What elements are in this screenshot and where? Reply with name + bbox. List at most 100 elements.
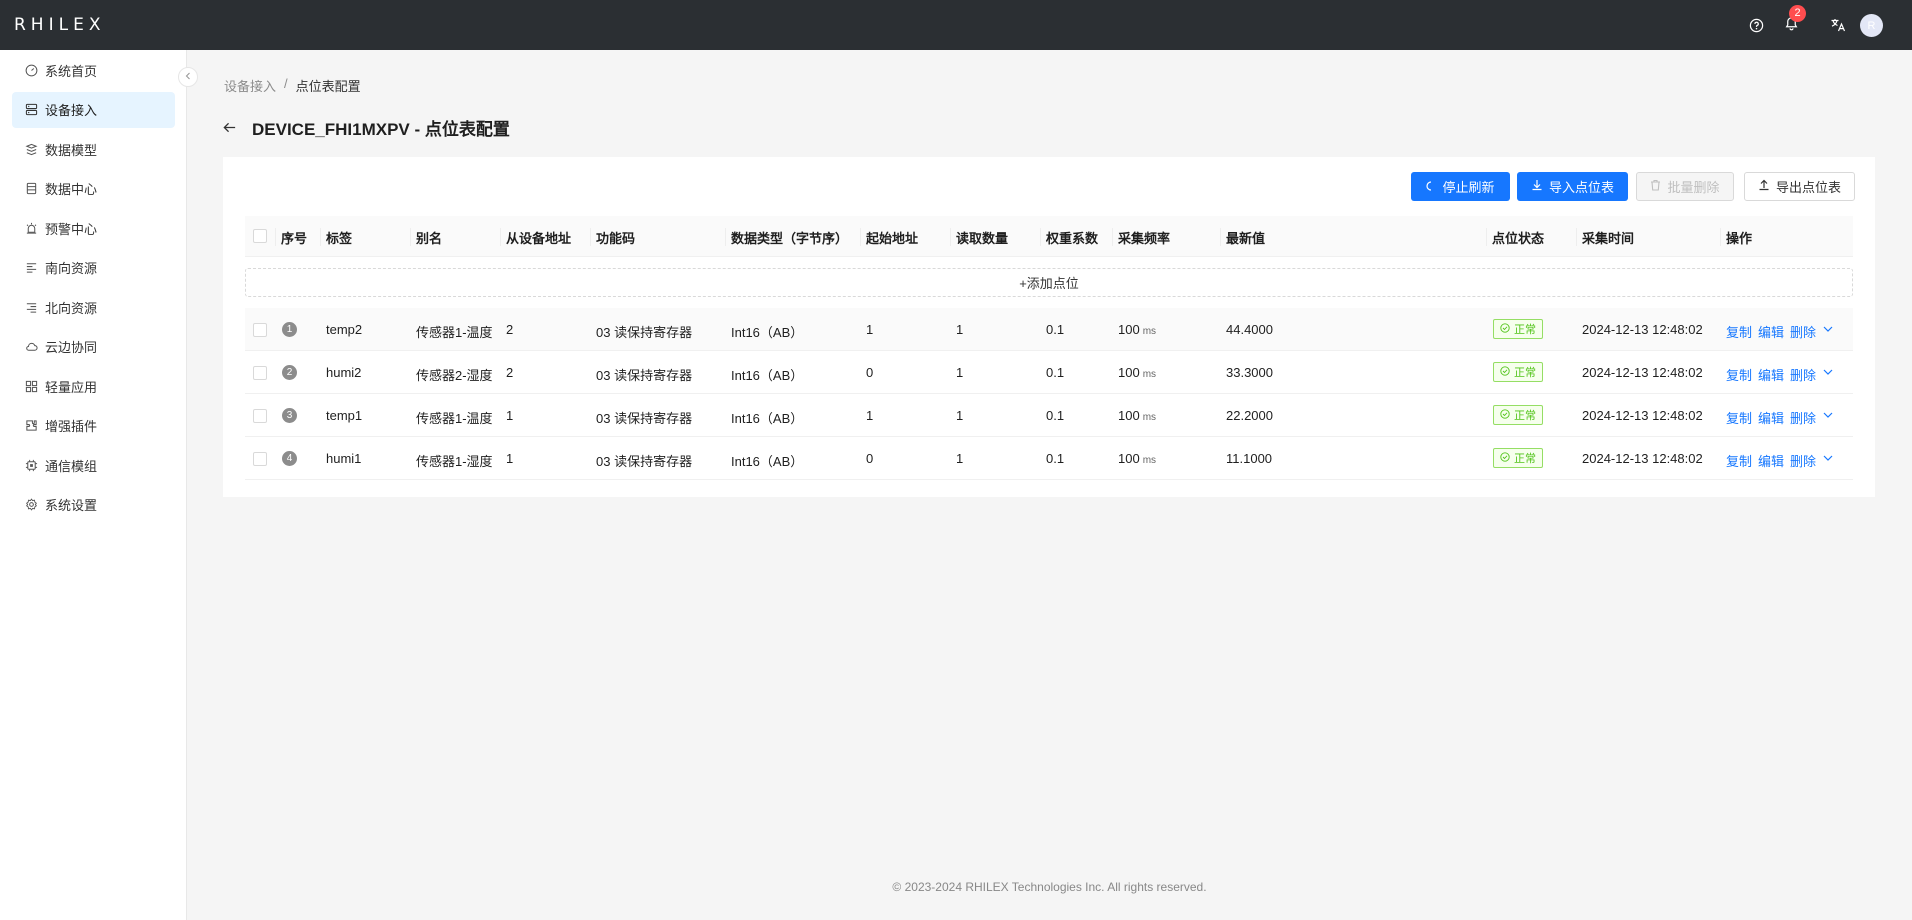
header-start-address: 起始地址 [866,231,919,246]
cell-function-code: 03 读保持寄存器 [596,325,693,340]
export-points-button[interactable]: 导出点位表 [1744,172,1855,201]
cell-latest-value: 11.1000 [1226,451,1273,466]
footer: © 2023-2024 RHILEX Technologies Inc. All… [187,880,1912,894]
cell-alias: 传感器1-湿度 [416,454,493,469]
frequency-value: 100 [1118,365,1140,380]
status-badge: 正常 [1493,448,1543,468]
notification-badge: 2 [1789,5,1806,22]
header-alias: 别名 [416,231,443,246]
frequency-unit: ms [1142,455,1157,466]
upload-icon [1758,179,1770,194]
sidebar-item-data-center[interactable]: 数据中心 [12,171,175,207]
check-circle-icon [1500,451,1510,465]
sidebar-item-south-resource[interactable]: 南向资源 [12,250,175,286]
check-circle-icon [1500,408,1510,422]
row-checkbox[interactable] [253,323,267,337]
cell-slave-address: 2 [506,322,514,337]
frequency-value: 100 [1118,322,1140,337]
sidebar-collapse-button[interactable] [178,67,198,87]
import-points-button[interactable]: 导入点位表 [1517,172,1628,201]
points-table: 序号 标签 别名 从设备地址 功能码 数据类型（字节序） 起始地址 读取数量 权… [245,216,1853,257]
sidebar-item-alarm-center[interactable]: 预警中心 [12,210,175,246]
page-header: DEVICE_FHI1MXPV - 点位表配置 [222,115,510,140]
chevron-down-icon[interactable] [1822,323,1834,338]
row-index-badge: 4 [282,451,297,466]
row-checkbox[interactable] [253,452,267,466]
sidebar-item-cloud-edge[interactable]: 云边协同 [12,329,175,365]
top-bar: RHILEX 2 R [0,0,1912,50]
footer-text: 2023-2024 RHILEX Technologies Inc. All r… [904,880,1207,894]
download-icon [1531,179,1543,194]
delete-link[interactable]: 删除 [1790,322,1816,341]
page-title: DEVICE_FHI1MXPV - 点位表配置 [252,120,510,139]
edit-link[interactable]: 编辑 [1758,408,1784,427]
cell-function-code: 03 读保持寄存器 [596,454,693,469]
status-badge: 正常 [1493,319,1543,339]
sidebar-item-data-model[interactable]: 数据模型 [12,131,175,167]
delete-link[interactable]: 删除 [1790,365,1816,384]
frequency-unit: ms [1142,369,1157,380]
header-data-type: 数据类型（字节序） [731,231,849,246]
edit-link[interactable]: 编辑 [1758,322,1784,341]
breadcrumb-parent[interactable]: 设备接入 [224,76,276,95]
check-circle-icon [1500,365,1510,379]
copy-link[interactable]: 复制 [1726,322,1752,341]
cell-frequency: 100 ms [1118,365,1156,380]
cell-slave-address: 1 [506,451,514,466]
copy-link[interactable]: 复制 [1726,408,1752,427]
cloud-icon [24,340,38,354]
frequency-value: 100 [1118,408,1140,423]
delete-link[interactable]: 删除 [1790,408,1816,427]
language-icon[interactable] [1827,14,1849,36]
chevron-down-icon[interactable] [1822,409,1834,424]
sidebar-item-plugins[interactable]: 增强插件 [12,408,175,444]
row-checkbox[interactable] [253,366,267,380]
cell-read-quantity: 1 [956,408,964,423]
avatar[interactable]: R [1860,14,1883,37]
edit-link[interactable]: 编辑 [1758,365,1784,384]
header-slave-address: 从设备地址 [506,231,572,246]
row-index-badge: 1 [282,322,297,337]
row-checkbox[interactable] [253,409,267,423]
sidebar-item-settings[interactable]: 系统设置 [12,487,175,523]
cell-tag: temp2 [326,322,363,337]
sidebar-item-north-resource[interactable]: 北向资源 [12,289,175,325]
sidebar-item-home[interactable]: 系统首页 [12,52,175,88]
sidebar-item-device-access[interactable]: 设备接入 [12,91,175,128]
database-icon [24,182,38,196]
cell-frequency: 100 ms [1118,451,1156,466]
sidebar-item-light-app[interactable]: 轻量应用 [12,368,175,404]
cell-function-code: 03 读保持寄存器 [596,368,693,383]
cell-data-type: Int16（AB） [731,368,804,383]
sidebar-item-comm-module[interactable]: 通信模组 [12,447,175,483]
cell-latest-value: 44.4000 [1226,322,1273,337]
cell-start-address: 0 [866,365,874,380]
cell-tag: humi2 [326,365,362,380]
notification-button[interactable]: 2 [1780,5,1806,36]
add-point-button[interactable]: +添加点位 [245,268,1853,297]
back-arrow-icon[interactable] [222,119,240,137]
cell-function-code: 03 读保持寄存器 [596,411,693,426]
frequency-unit: ms [1142,412,1157,423]
delete-link[interactable]: 删除 [1790,451,1816,470]
stop-refresh-button[interactable]: 停止刷新 [1411,172,1510,201]
copy-link[interactable]: 复制 [1726,365,1752,384]
chevron-down-icon[interactable] [1822,452,1834,467]
app-logo[interactable]: RHILEX [14,15,105,35]
help-icon[interactable] [1745,14,1767,36]
select-all-checkbox[interactable] [253,229,267,243]
model-icon [24,142,38,156]
cell-alias: 传感器1-温度 [416,411,493,426]
copy-link[interactable]: 复制 [1726,451,1752,470]
plugin-icon [24,419,38,433]
cell-alias: 传感器2-湿度 [416,368,493,383]
chevron-down-icon[interactable] [1822,366,1834,381]
batch-delete-button[interactable]: 批量删除 [1636,172,1734,201]
cell-frequency: 100 ms [1118,322,1156,337]
sidebar-nav: 系统首页 设备接入 数据模型 数据中心 预警中心 南向资源 北向资源 云边协同 [12,50,175,526]
cell-start-address: 0 [866,451,874,466]
cell-read-quantity: 1 [956,451,964,466]
status-badge: 正常 [1493,405,1543,425]
edit-link[interactable]: 编辑 [1758,451,1784,470]
table-header: 序号 标签 别名 从设备地址 功能码 数据类型（字节序） 起始地址 读取数量 权… [245,216,1853,257]
